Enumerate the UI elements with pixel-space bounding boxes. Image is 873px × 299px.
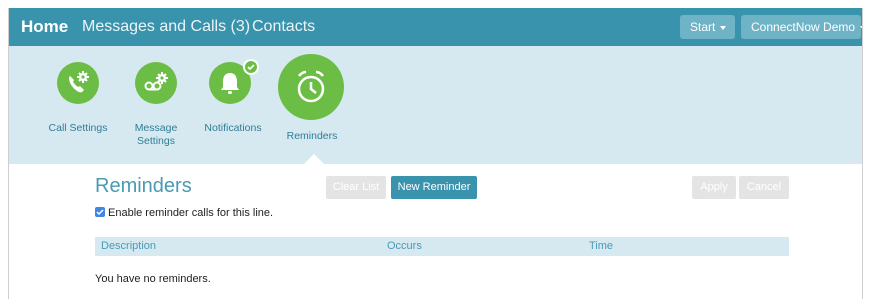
enable-reminders-row: Enable reminder calls for this line. [95, 207, 273, 219]
phone-gear-icon [57, 62, 99, 104]
tile-reminders[interactable]: Reminders [277, 46, 347, 156]
tile-message-settings[interactable]: Message Settings [133, 46, 203, 156]
settings-icon-strip: Call Settings Message Settings Notificat… [9, 46, 862, 164]
tile-label: Reminders [286, 130, 338, 142]
tile-label: Notifications [204, 122, 262, 134]
alarm-clock-icon [278, 54, 344, 120]
voicemail-gear-icon [135, 62, 177, 104]
enable-reminders-label: Enable reminder calls for this line. [108, 207, 274, 219]
start-dropdown-button[interactable]: Start [680, 15, 735, 39]
page-title: Reminders [95, 175, 192, 197]
apply-button[interactable]: Apply [692, 176, 736, 199]
account-button-label: ConnectNow Demo [751, 20, 856, 34]
column-header-description: Description [101, 240, 157, 252]
start-button-label: Start [690, 20, 716, 34]
tile-call-settings[interactable]: Call Settings [49, 46, 125, 156]
nav-home[interactable]: Home [21, 8, 68, 46]
app-frame: Home Messages and Calls (3) Contacts Sta… [8, 8, 863, 299]
caret-down-icon [720, 25, 727, 30]
tile-notifications[interactable]: Notifications [204, 46, 277, 156]
account-dropdown-button[interactable]: ConnectNow Demo [741, 15, 862, 39]
top-nav-bar: Home Messages and Calls (3) Contacts Sta… [9, 8, 862, 46]
check-icon [243, 59, 259, 75]
active-tile-pointer [304, 154, 324, 164]
column-header-time: Time [589, 240, 614, 252]
tile-label: Message Settings [134, 122, 178, 147]
enable-reminders-checkbox[interactable] [95, 207, 105, 217]
check-icon [96, 209, 104, 216]
new-reminder-button[interactable]: New Reminder [391, 176, 477, 199]
clear-list-button[interactable]: Clear List [326, 176, 386, 199]
nav-messages-and-calls[interactable]: Messages and Calls (3) [82, 8, 250, 46]
caret-down-icon [860, 25, 862, 30]
empty-reminders-message: You have no reminders. [95, 273, 211, 285]
tile-label: Call Settings [48, 122, 108, 134]
cancel-button[interactable]: Cancel [739, 176, 789, 199]
nav-contacts[interactable]: Contacts [252, 8, 315, 46]
column-header-occurs: Occurs [387, 240, 422, 252]
reminders-table-header: Description Occurs Time [95, 237, 789, 256]
